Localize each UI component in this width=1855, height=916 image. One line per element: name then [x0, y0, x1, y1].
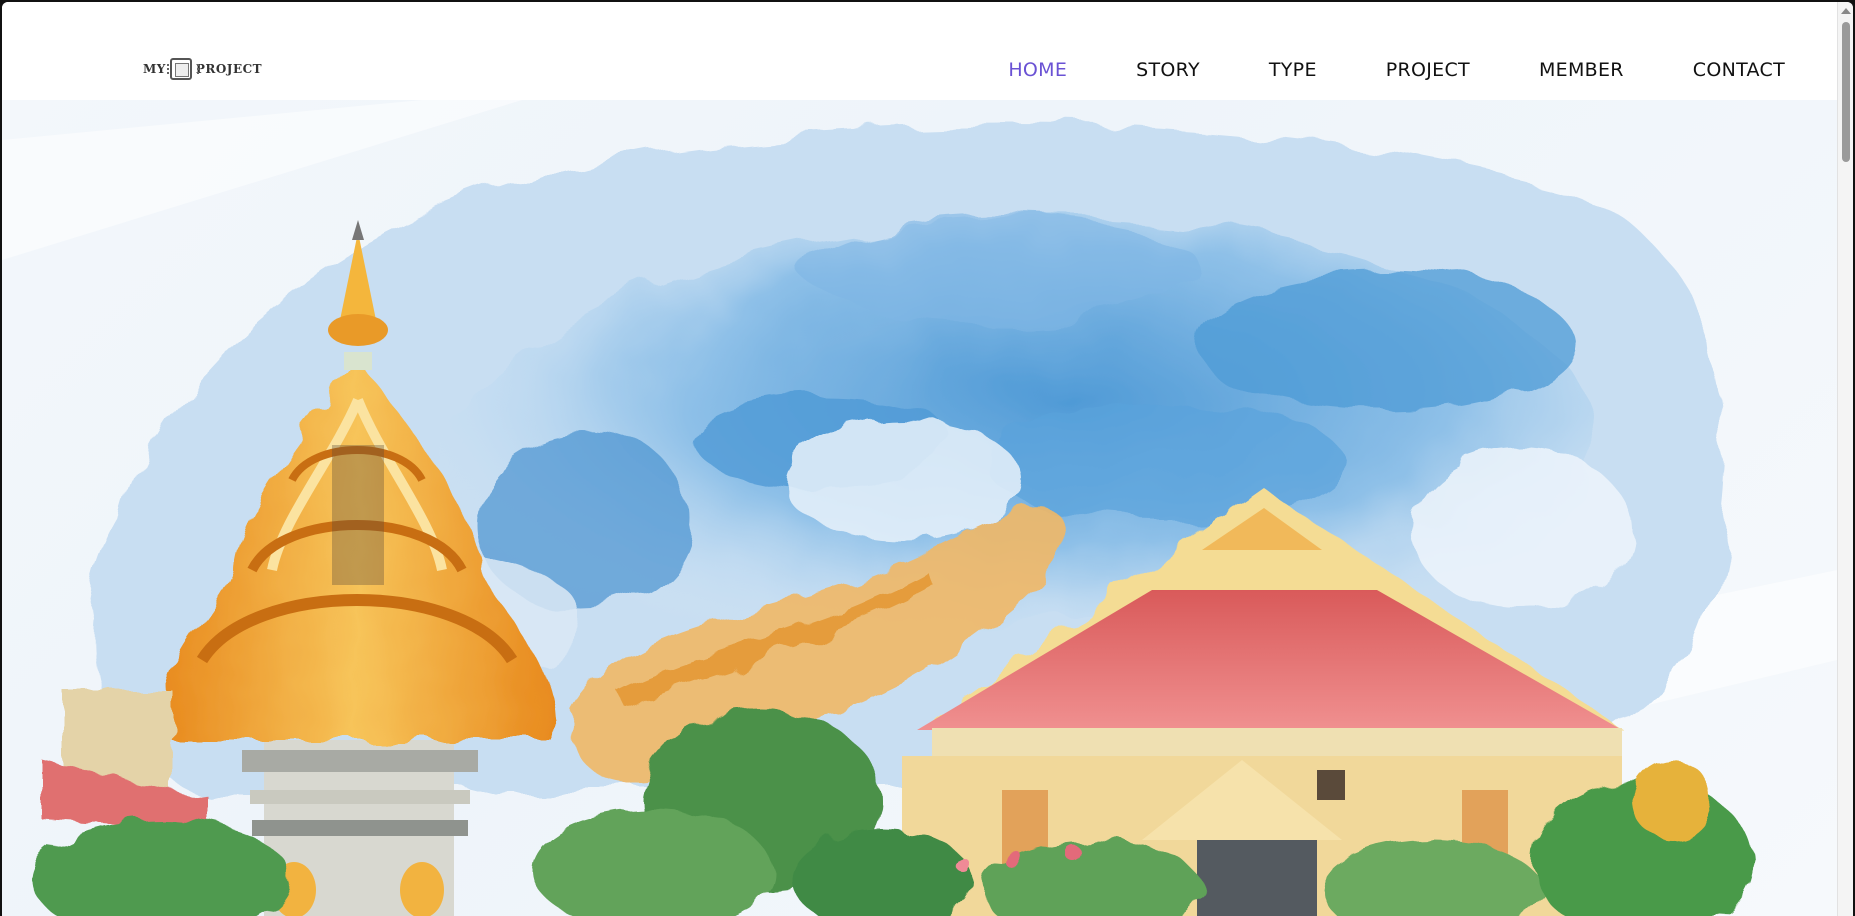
site-logo[interactable]: MY PROJECT [143, 57, 262, 81]
page-scrollbar[interactable] [1837, 2, 1853, 916]
scroll-thumb[interactable] [1842, 22, 1850, 162]
nav-member[interactable]: MEMBER [1539, 54, 1624, 86]
chip-icon [166, 58, 199, 80]
logo-text-project: PROJECT [195, 62, 263, 76]
main-nav: HOME STORY TYPE PROJECT MEMBER CONTACT [939, 54, 1785, 86]
nav-story[interactable]: STORY [1136, 54, 1200, 86]
hero-image [2, 100, 1837, 916]
logo-text-my: MY [143, 62, 166, 76]
nav-contact[interactable]: CONTACT [1693, 54, 1785, 86]
site-header: MY PROJECT HOME STORY TYPE PROJECT MEMBE… [2, 2, 1837, 100]
nav-project[interactable]: PROJECT [1386, 54, 1470, 86]
nav-type[interactable]: TYPE [1269, 54, 1317, 86]
watercolor-landscape-image [2, 100, 1837, 916]
nav-home[interactable]: HOME [1008, 54, 1067, 86]
scroll-up-arrow-icon[interactable] [1841, 8, 1851, 14]
browser-window: MY PROJECT HOME STORY TYPE PROJECT MEMBE… [2, 2, 1853, 916]
